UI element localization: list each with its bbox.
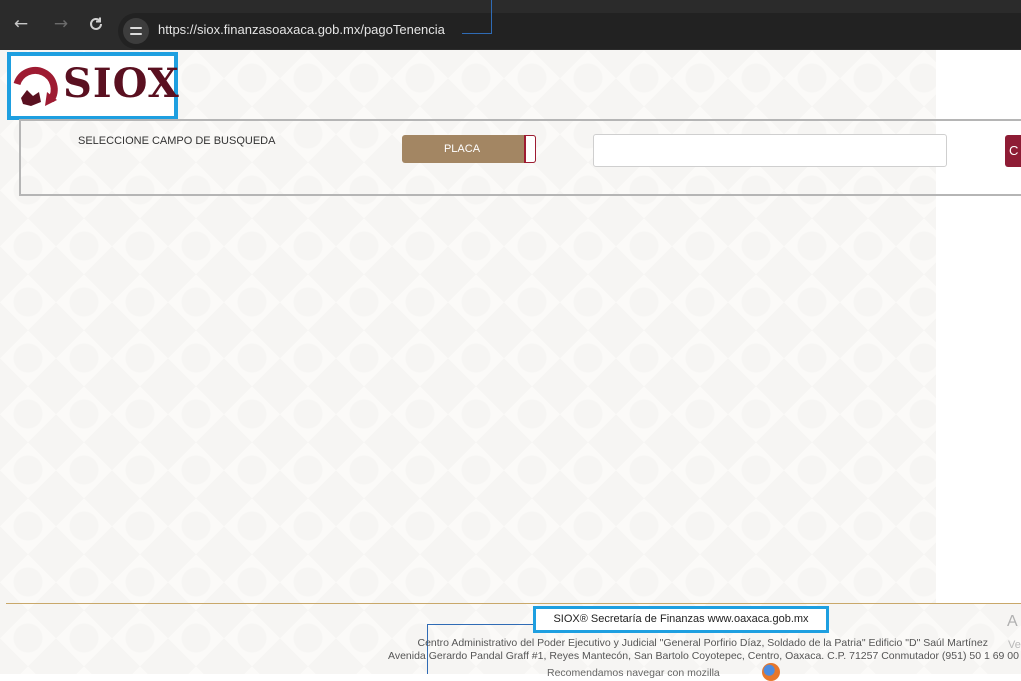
annotation-line [491, 0, 492, 34]
search-panel: SELECCIONE CAMPO DE BUSQUEDA PLACA C [19, 119, 1021, 196]
search-field-select[interactable]: PLACA [402, 135, 536, 163]
select-edge [524, 135, 536, 163]
side-text-a: A [1007, 613, 1018, 630]
page-background: SIOX SELECCIONE CAMPO DE BUSQUEDA PLACA … [0, 50, 1021, 681]
annotation-line [462, 33, 492, 34]
back-arrow-icon[interactable]: ← [9, 12, 33, 36]
firefox-icon [762, 663, 780, 681]
annotation-line [427, 624, 533, 625]
footer-address-line-2: Avenida Gerardo Pandal Graff #1, Reyes M… [388, 650, 1019, 662]
search-field-value: PLACA [443, 143, 481, 155]
logo-text: SIOX [63, 60, 180, 107]
side-text-ve: Ve [1008, 639, 1021, 651]
reload-icon[interactable] [84, 12, 108, 36]
footer-browser-note: Recomendamos navegar con mozilla [547, 667, 720, 679]
footer-copyright[interactable]: SIOX® Secretaría de Finanzas www.oaxaca.… [533, 606, 829, 633]
annotation-line [427, 624, 428, 674]
search-button[interactable]: C [1005, 135, 1021, 167]
search-field-label: SELECCIONE CAMPO DE BUSQUEDA [78, 135, 276, 147]
search-input[interactable] [593, 134, 947, 167]
footer-address-line-1: Centro Administrativo del Poder Ejecutiv… [417, 637, 988, 649]
footer-divider [6, 603, 1021, 604]
site-settings-icon[interactable] [123, 18, 149, 44]
address-bar[interactable]: https://siox.finanzasoaxaca.gob.mx/pagoT… [118, 13, 1021, 49]
siox-swirl-icon [13, 66, 58, 106]
forward-arrow-icon[interactable]: → [49, 12, 73, 36]
browser-toolbar: ← → https://siox.finanzasoaxaca.gob.mx/p… [0, 0, 1021, 50]
url-text[interactable]: https://siox.finanzasoaxaca.gob.mx/pagoT… [158, 22, 445, 37]
siox-logo[interactable]: SIOX [7, 52, 180, 120]
